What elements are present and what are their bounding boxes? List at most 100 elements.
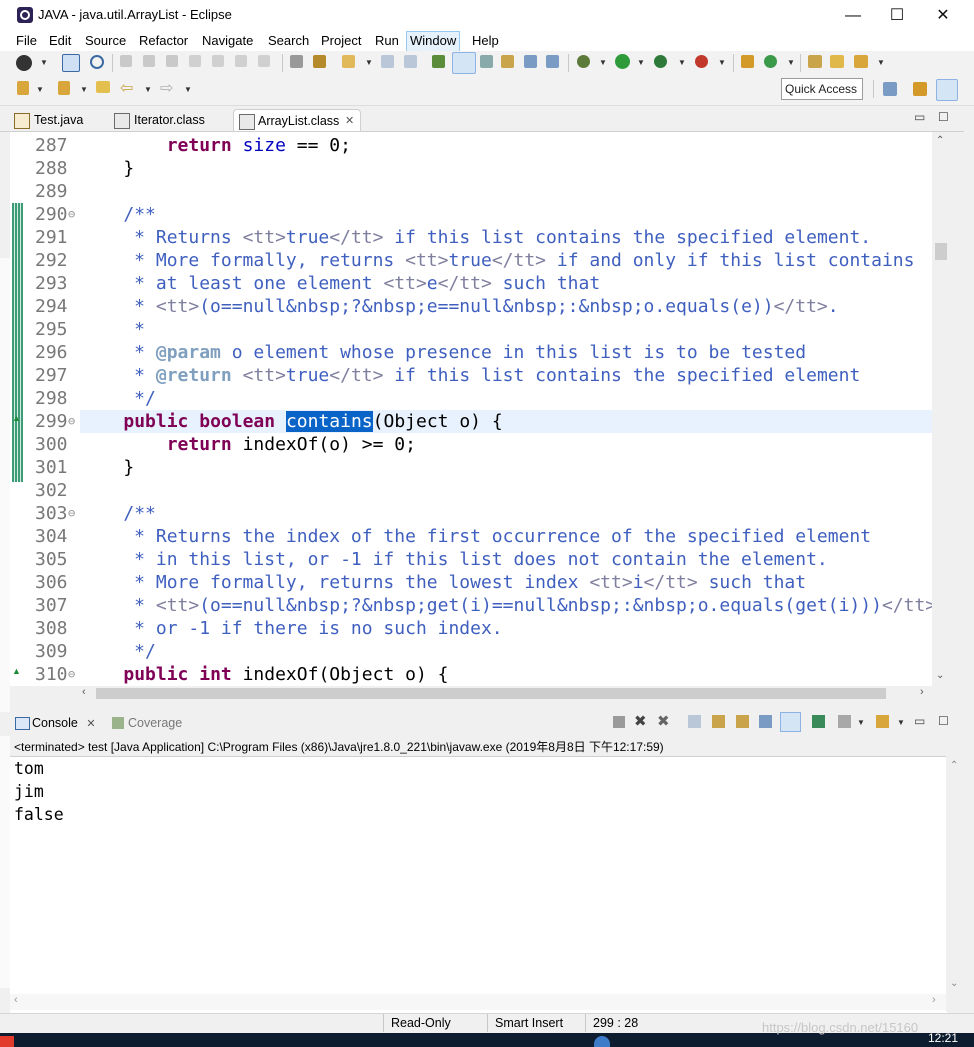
menu-navigate[interactable]: Navigate bbox=[201, 33, 254, 48]
fold-toggle-icon[interactable]: ⊖ bbox=[68, 502, 75, 525]
editor-vertical-scrollbar[interactable] bbox=[932, 132, 948, 686]
code-line[interactable]: 308 * or -1 if there is no such index. bbox=[10, 617, 932, 640]
code-line[interactable]: 287 return size == 0; bbox=[10, 134, 932, 157]
remove-launch-icon[interactable]: ✖ bbox=[634, 712, 647, 730]
code-line[interactable]: 296 * @param o element whose presence in… bbox=[10, 341, 932, 364]
chevron-down-icon[interactable]: ▼ bbox=[36, 85, 44, 94]
open-task-icon[interactable] bbox=[808, 55, 822, 68]
tray-icon[interactable] bbox=[594, 1036, 610, 1047]
chevron-down-icon[interactable]: ▼ bbox=[40, 58, 48, 67]
code-line[interactable]: 299 ⊖ public boolean contains(Object o) { bbox=[10, 410, 932, 433]
disconnect-icon[interactable] bbox=[189, 55, 201, 67]
fold-toggle-icon[interactable]: ⊖ bbox=[68, 663, 75, 686]
chevron-down-icon[interactable]: ▼ bbox=[599, 58, 607, 67]
minimize-console-icon[interactable]: ▭ bbox=[914, 714, 925, 728]
code-line[interactable]: 291 * Returns <tt>true</tt> if this list… bbox=[10, 226, 932, 249]
scroll-left-icon[interactable]: ‹ bbox=[82, 686, 86, 698]
maximize-button[interactable]: ☐ bbox=[874, 0, 920, 31]
search-tool-icon[interactable] bbox=[854, 55, 868, 68]
maximize-editor-icon[interactable]: ☐ bbox=[938, 110, 949, 124]
code-line[interactable]: 288 } bbox=[10, 157, 932, 180]
chevron-down-icon[interactable]: ▼ bbox=[144, 85, 152, 94]
chevron-down-icon[interactable]: ▼ bbox=[80, 85, 88, 94]
code-line[interactable]: 297 * @return <tt>true</tt> if this list… bbox=[10, 364, 932, 387]
editor-vscroll-thumb[interactable] bbox=[935, 243, 947, 260]
menu-source[interactable]: Source bbox=[84, 33, 127, 48]
word-wrap-icon[interactable] bbox=[736, 715, 749, 728]
pilcrow-icon[interactable] bbox=[546, 55, 559, 68]
code-line[interactable]: 307 * <tt>(o==null&nbsp;?&nbsp;get(i)==n… bbox=[10, 594, 936, 617]
java-ee-perspective-icon[interactable] bbox=[913, 82, 927, 96]
show-whitespace-icon[interactable] bbox=[524, 55, 537, 68]
chevron-down-icon[interactable]: ▼ bbox=[787, 58, 795, 67]
console-horizontal-scrollbar[interactable] bbox=[10, 994, 946, 1010]
code-line[interactable]: 310 ⊖ public int indexOf(Object o) { bbox=[10, 663, 932, 686]
show-console-stdout-icon[interactable] bbox=[759, 715, 772, 728]
code-line[interactable]: 302 bbox=[10, 479, 932, 502]
chevron-down-icon[interactable]: ▼ bbox=[365, 58, 373, 67]
use-step-filters-icon[interactable] bbox=[313, 55, 326, 68]
code-line[interactable]: 292 * More formally, returns <tt>true</t… bbox=[10, 249, 932, 272]
console-vertical-scrollbar[interactable] bbox=[946, 756, 964, 1012]
chevron-down-icon[interactable]: ▼ bbox=[184, 85, 192, 94]
previous-annotation-icon[interactable] bbox=[58, 81, 70, 95]
external-tools-icon[interactable] bbox=[695, 55, 708, 68]
code-line[interactable]: 304 * Returns the index of the first occ… bbox=[10, 525, 932, 548]
clear-console-icon[interactable] bbox=[688, 715, 701, 728]
code-line[interactable]: 305 * in this list, or -1 if this list d… bbox=[10, 548, 932, 571]
code-line[interactable]: 293 * at least one element <tt>e</tt> su… bbox=[10, 272, 932, 295]
mark-occurrences-icon[interactable] bbox=[452, 52, 476, 74]
chevron-down-icon[interactable]: ▼ bbox=[678, 58, 686, 67]
close-button[interactable]: ✕ bbox=[920, 0, 966, 31]
drop-to-frame-icon[interactable] bbox=[290, 55, 303, 68]
chevron-down-icon[interactable]: ▼ bbox=[637, 58, 645, 67]
chevron-down-icon[interactable]: ▼ bbox=[718, 58, 726, 67]
save-all-icon[interactable] bbox=[381, 55, 394, 68]
open-type-icon[interactable] bbox=[432, 55, 445, 68]
scroll-lock-icon[interactable] bbox=[712, 715, 725, 728]
resume-icon[interactable] bbox=[120, 55, 132, 67]
scroll-right-icon[interactable]: › bbox=[920, 686, 924, 698]
last-edit-icon[interactable] bbox=[96, 81, 110, 93]
save-icon[interactable] bbox=[62, 54, 80, 72]
tab-arraylist-class[interactable]: ArrayList.class ✕ bbox=[233, 109, 361, 131]
skip-breakpoints-icon[interactable] bbox=[90, 55, 104, 69]
scroll-right-icon[interactable]: › bbox=[932, 994, 936, 1006]
menu-search[interactable]: Search bbox=[267, 33, 310, 48]
app-launcher-icon[interactable] bbox=[0, 1036, 14, 1047]
java-perspective-icon[interactable] bbox=[936, 79, 958, 101]
menu-run[interactable]: Run bbox=[374, 33, 400, 48]
new-java-project-icon[interactable] bbox=[342, 55, 355, 68]
code-line[interactable]: 300 return indexOf(o) >= 0; bbox=[10, 433, 932, 456]
code-line[interactable]: 290 ⊖ /** bbox=[10, 203, 932, 226]
new-class-icon[interactable] bbox=[764, 55, 777, 68]
step-into-icon[interactable] bbox=[212, 55, 224, 67]
close-icon[interactable]: ✕ bbox=[86, 718, 95, 730]
menu-edit[interactable]: Edit bbox=[48, 33, 72, 48]
forward-icon[interactable]: ⇨ bbox=[160, 78, 173, 98]
fold-toggle-icon[interactable]: ⊖ bbox=[68, 410, 75, 433]
fold-toggle-icon[interactable]: ⊖ bbox=[68, 203, 75, 226]
code-line[interactable]: 309 */ bbox=[10, 640, 932, 663]
toggle-block-icon[interactable] bbox=[480, 55, 493, 68]
tab-test-java[interactable]: Test.java bbox=[0, 109, 100, 131]
menu-help[interactable]: Help bbox=[471, 33, 500, 48]
show-console-stderr-icon[interactable] bbox=[780, 712, 801, 732]
scroll-down-icon[interactable]: ⌄ bbox=[936, 670, 944, 681]
editor-hscroll-thumb[interactable] bbox=[96, 688, 886, 699]
scroll-up-icon[interactable]: ⌃ bbox=[950, 760, 958, 771]
menu-refactor[interactable]: Refactor bbox=[138, 33, 189, 48]
console-output[interactable] bbox=[10, 756, 948, 1013]
chevron-down-icon[interactable]: ▼ bbox=[857, 718, 865, 727]
close-icon[interactable]: ✕ bbox=[345, 110, 354, 132]
step-over-icon[interactable] bbox=[235, 55, 247, 67]
display-console-icon[interactable] bbox=[838, 715, 851, 728]
code-line[interactable]: 298 */ bbox=[10, 387, 932, 410]
run-icon[interactable] bbox=[615, 54, 630, 69]
terminate-console-icon[interactable] bbox=[613, 716, 625, 728]
pin-console-icon[interactable] bbox=[812, 715, 825, 728]
chevron-down-icon[interactable]: ▼ bbox=[877, 58, 885, 67]
open-console-icon[interactable] bbox=[876, 715, 889, 728]
code-line[interactable]: 294 * <tt>(o==null&nbsp;?&nbsp;e==null&n… bbox=[10, 295, 932, 318]
code-line[interactable]: 295 * bbox=[10, 318, 932, 341]
